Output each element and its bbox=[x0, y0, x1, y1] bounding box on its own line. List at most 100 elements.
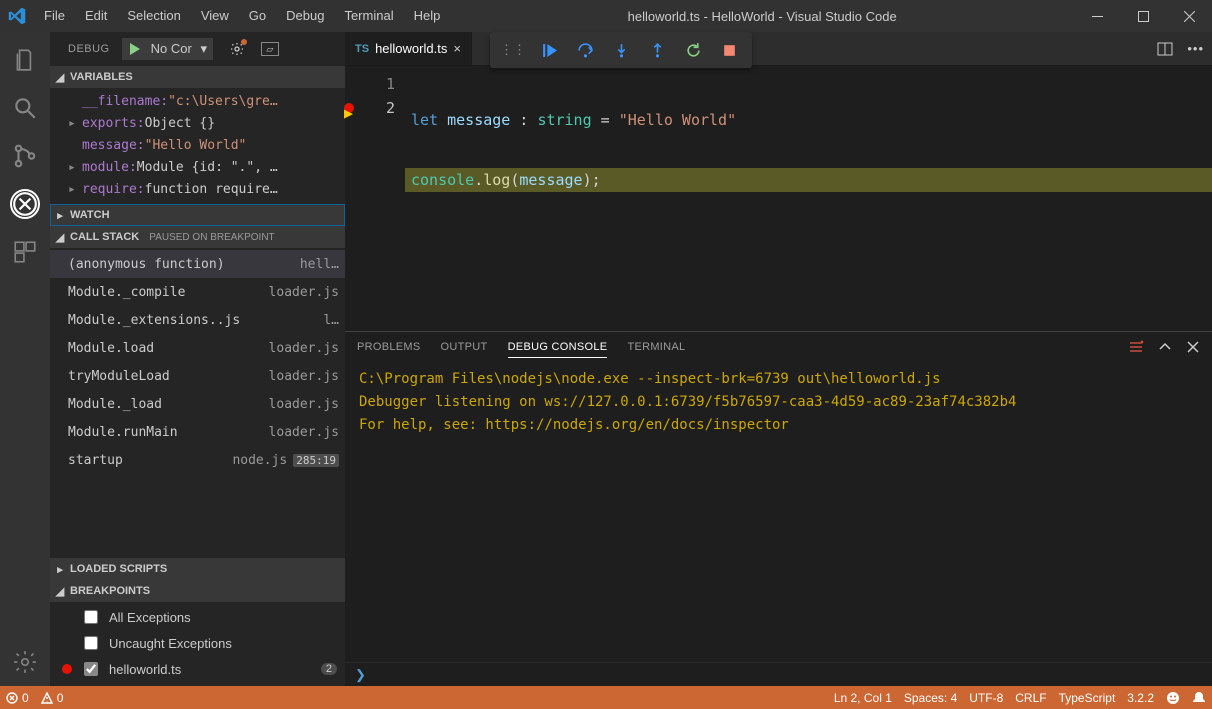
panel-tabs: PROBLEMS OUTPUT DEBUG CONSOLE TERMINAL bbox=[345, 332, 1212, 362]
breakpoints-section: ◢ BREAKPOINTS All ExceptionsUncaught Exc… bbox=[50, 580, 345, 686]
debug-sidebar: DEBUG No Cor ▾ ▱ ◢ VARIABLES __filename:… bbox=[50, 32, 345, 686]
status-notifications-icon[interactable] bbox=[1186, 691, 1212, 705]
status-errors[interactable]: 0 bbox=[0, 691, 35, 705]
panel: PROBLEMS OUTPUT DEBUG CONSOLE TERMINAL C:\P… bbox=[345, 331, 1212, 686]
stack-frame[interactable]: Module._loadloader.js bbox=[50, 390, 345, 418]
status-eol[interactable]: CRLF bbox=[1009, 691, 1052, 705]
punct: : bbox=[519, 111, 537, 129]
console-line: C:\Program Files\nodejs\node.exe --inspe… bbox=[359, 368, 1198, 391]
breakpoint-checkbox[interactable] bbox=[84, 610, 98, 624]
stack-frame[interactable]: tryModuleLoadloader.js bbox=[50, 362, 345, 390]
step-into-button[interactable] bbox=[604, 33, 638, 67]
menu-help[interactable]: Help bbox=[404, 0, 451, 32]
split-editor-icon[interactable] bbox=[1157, 41, 1173, 57]
variable-row[interactable]: __filename: "c:\Users\gre… bbox=[50, 90, 345, 112]
step-over-button[interactable] bbox=[568, 33, 602, 67]
menu-edit[interactable]: Edit bbox=[75, 0, 117, 32]
watch-section: ▸ WATCH bbox=[50, 204, 345, 226]
stack-frame[interactable]: (anonymous function)hell… bbox=[50, 250, 345, 278]
breakpoint-checkbox[interactable] bbox=[84, 662, 98, 676]
launch-config-selector[interactable]: No Cor ▾ bbox=[122, 38, 213, 60]
panel-tab-debug-console[interactable]: DEBUG CONSOLE bbox=[508, 337, 608, 358]
open-launch-json-icon[interactable] bbox=[229, 41, 245, 57]
panel-tab-terminal[interactable]: TERMINAL bbox=[627, 337, 685, 357]
stack-frame[interactable]: Module._extensions..jsl… bbox=[50, 306, 345, 334]
status-indentation[interactable]: Spaces: 4 bbox=[898, 691, 963, 705]
status-ts-version[interactable]: 3.2.2 bbox=[1121, 691, 1160, 705]
callstack-header[interactable]: ◢ CALL STACK PAUSED ON BREAKPOINT bbox=[50, 226, 345, 248]
breakpoints-header[interactable]: ◢ BREAKPOINTS bbox=[50, 580, 345, 602]
identifier: message bbox=[519, 171, 582, 189]
stack-frame[interactable]: Module.loadloader.js bbox=[50, 334, 345, 362]
status-feedback-icon[interactable] bbox=[1160, 691, 1186, 705]
status-bar: 0 0 Ln 2, Col 1 Spaces: 4 UTF-8 CRLF Typ… bbox=[0, 686, 1212, 709]
more-actions-icon[interactable]: ••• bbox=[1187, 41, 1204, 56]
menu-selection[interactable]: Selection bbox=[117, 0, 190, 32]
collapse-icon: ◢ bbox=[54, 71, 66, 84]
close-panel-icon[interactable] bbox=[1186, 340, 1200, 354]
code-content[interactable]: let message : string = "Hello World" con… bbox=[405, 66, 1212, 331]
menu-view[interactable]: View bbox=[191, 0, 239, 32]
debug-console-output[interactable]: C:\Program Files\nodejs\node.exe --inspe… bbox=[345, 362, 1212, 662]
menu-go[interactable]: Go bbox=[239, 0, 276, 32]
maximize-button[interactable] bbox=[1120, 0, 1166, 32]
close-tab-icon[interactable]: × bbox=[453, 41, 461, 56]
debug-icon[interactable] bbox=[0, 180, 50, 228]
chevron-down-icon: ▾ bbox=[196, 39, 212, 59]
typescript-icon: TS bbox=[355, 43, 369, 55]
breakpoint-row[interactable]: Uncaught Exceptions bbox=[50, 630, 345, 656]
minimize-button[interactable] bbox=[1074, 0, 1120, 32]
loaded-scripts-header[interactable]: ▸ LOADED SCRIPTS bbox=[50, 558, 345, 580]
continue-button[interactable] bbox=[532, 33, 566, 67]
restart-button[interactable] bbox=[676, 33, 710, 67]
breakpoint-row[interactable]: All Exceptions bbox=[50, 604, 345, 630]
close-button[interactable] bbox=[1166, 0, 1212, 32]
editor[interactable]: 1 ▶2 let message : string = "Hello World… bbox=[345, 66, 1212, 331]
source-control-icon[interactable] bbox=[0, 132, 50, 180]
variable-row[interactable]: ▸exports: Object {} bbox=[50, 112, 345, 134]
main: DEBUG No Cor ▾ ▱ ◢ VARIABLES __filename:… bbox=[0, 32, 1212, 686]
variables-header[interactable]: ◢ VARIABLES bbox=[50, 66, 345, 88]
callstack-section: ◢ CALL STACK PAUSED ON BREAKPOINT (anony… bbox=[50, 226, 345, 558]
current-line-arrow-icon: ▶ bbox=[344, 101, 353, 125]
stop-button[interactable] bbox=[712, 33, 746, 67]
variables-section: ◢ VARIABLES __filename: "c:\Users\gre…▸e… bbox=[50, 66, 345, 204]
status-warnings[interactable]: 0 bbox=[35, 691, 70, 705]
settings-gear-icon[interactable] bbox=[0, 638, 50, 686]
watch-header[interactable]: ▸ WATCH bbox=[50, 204, 345, 226]
drag-handle-icon[interactable]: ⋮⋮ bbox=[496, 42, 530, 58]
status-language[interactable]: TypeScript bbox=[1053, 691, 1122, 705]
variable-row[interactable]: ▸module: Module {id: ".", … bbox=[50, 156, 345, 178]
explorer-icon[interactable] bbox=[0, 36, 50, 84]
loaded-scripts-section: ▸ LOADED SCRIPTS bbox=[50, 558, 345, 580]
start-debug-icon[interactable] bbox=[123, 39, 147, 59]
panel-tab-output[interactable]: OUTPUT bbox=[441, 337, 488, 357]
status-encoding[interactable]: UTF-8 bbox=[963, 691, 1009, 705]
breakpoint-checkbox[interactable] bbox=[84, 636, 98, 650]
editor-tab[interactable]: TS helloworld.ts × bbox=[345, 32, 472, 65]
variable-row[interactable]: message: "Hello World" bbox=[50, 134, 345, 156]
debug-console-input[interactable]: ❯ bbox=[345, 662, 1212, 686]
stack-frame[interactable]: Module._compileloader.js bbox=[50, 278, 345, 306]
menu-debug[interactable]: Debug bbox=[276, 0, 334, 32]
menu-file[interactable]: File bbox=[34, 0, 75, 32]
extensions-icon[interactable] bbox=[0, 228, 50, 276]
clear-console-icon[interactable] bbox=[1128, 339, 1144, 355]
panel-tab-problems[interactable]: PROBLEMS bbox=[357, 337, 421, 357]
window-controls bbox=[1074, 0, 1212, 32]
breakpoint-row[interactable]: helloworld.ts2 bbox=[50, 656, 345, 682]
stack-frame[interactable]: startupnode.js285:19 bbox=[50, 446, 345, 474]
punct: = bbox=[601, 111, 619, 129]
breakpoints-title: BREAKPOINTS bbox=[70, 585, 150, 597]
debug-console-toggle-icon[interactable]: ▱ bbox=[261, 42, 279, 56]
collapse-panel-icon[interactable] bbox=[1158, 340, 1172, 354]
search-icon[interactable] bbox=[0, 84, 50, 132]
variable-row[interactable]: ▸require: function require… bbox=[50, 178, 345, 200]
stack-frame[interactable]: Module.runMainloader.js bbox=[50, 418, 345, 446]
watch-title: WATCH bbox=[70, 209, 110, 221]
warnings-count: 0 bbox=[57, 691, 64, 705]
debug-floating-toolbar[interactable]: ⋮⋮ bbox=[490, 32, 752, 68]
status-cursor-position[interactable]: Ln 2, Col 1 bbox=[828, 691, 898, 705]
step-out-button[interactable] bbox=[640, 33, 674, 67]
menu-terminal[interactable]: Terminal bbox=[334, 0, 403, 32]
